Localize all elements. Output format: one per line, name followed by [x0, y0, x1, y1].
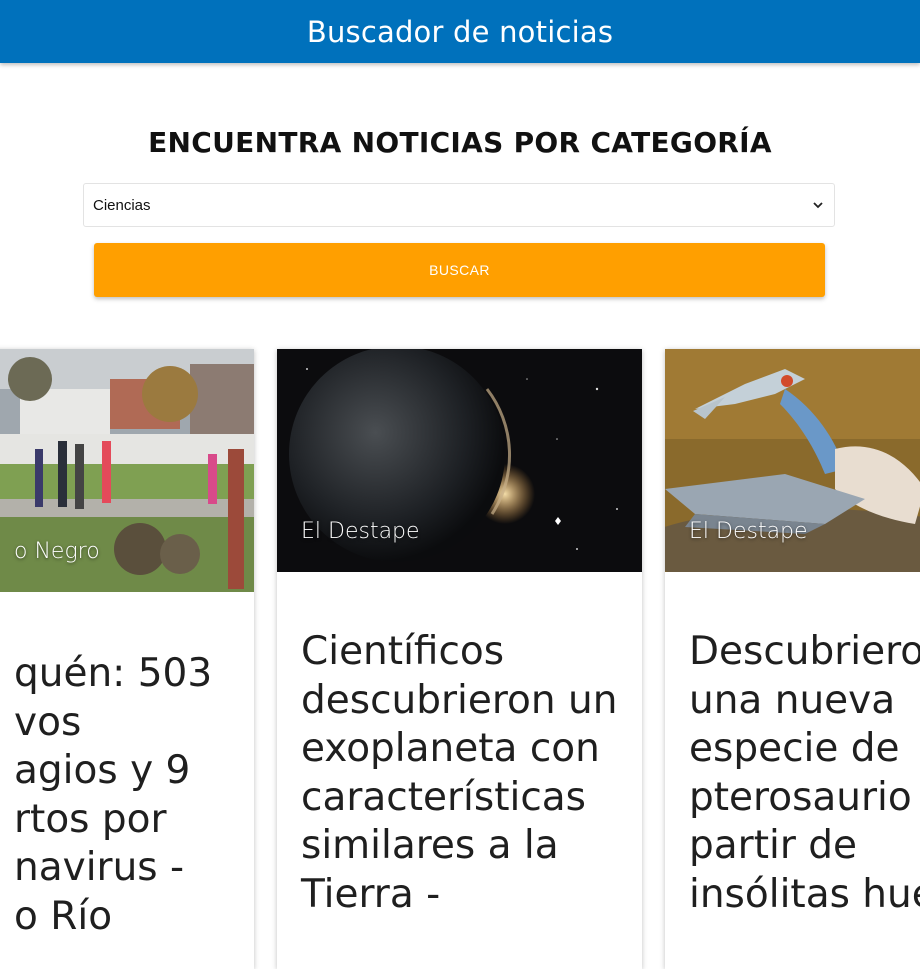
- news-title-line: pterosaurio: [689, 774, 912, 820]
- navbar: Buscador de noticias: [0, 0, 920, 63]
- news-card[interactable]: El Destape Científicos descubrieron un e…: [277, 349, 642, 969]
- news-title[interactable]: quén: 503 vos agios y 9 rtos por navirus…: [14, 650, 244, 941]
- news-title-line: vos: [14, 699, 82, 745]
- news-title[interactable]: Científicos descubrieron un exoplaneta c…: [301, 628, 632, 919]
- news-card[interactable]: El Destape Descubriero una nueva especie…: [665, 349, 920, 969]
- category-select-value: Ciencias: [93, 196, 151, 214]
- news-title-line: rtos por: [14, 796, 167, 842]
- news-source: El Destape: [689, 519, 808, 544]
- news-source: o Negro: [14, 539, 100, 564]
- category-select[interactable]: Ciencias: [83, 183, 835, 227]
- news-title-line: especie de: [689, 726, 900, 771]
- news-title-line: o Río: [14, 893, 113, 939]
- search-button[interactable]: BUSCAR: [94, 243, 825, 297]
- app-title: Buscador de noticias: [306, 14, 614, 49]
- news-title-line: agios y 9: [14, 748, 191, 793]
- news-card[interactable]: o Negro quén: 503 vos agios y 9 rtos por…: [0, 349, 254, 969]
- chevron-down-icon: [813, 202, 823, 209]
- news-title-line: similares a la: [301, 823, 559, 868]
- news-title-line: descubrieron un: [301, 677, 618, 723]
- news-title-line: navirus -: [14, 845, 185, 890]
- news-title-line: características: [301, 774, 586, 820]
- news-title-line: exoplaneta con: [301, 726, 600, 771]
- page-heading: ENCUENTRA NOTICIAS POR CATEGORÍA: [148, 126, 772, 159]
- news-title-line: quén: 503: [14, 651, 213, 696]
- news-source: El Destape: [301, 519, 420, 544]
- news-title-line: Tierra -: [301, 871, 441, 917]
- news-title-line: Científicos: [301, 629, 505, 674]
- news-title-line: partir de: [689, 823, 857, 868]
- news-title[interactable]: Descubriero una nueva especie de pterosa…: [689, 628, 920, 919]
- news-title-line: una nueva: [689, 677, 896, 723]
- news-title-line: insólitas hue: [689, 871, 920, 917]
- news-title-line: Descubriero: [689, 629, 920, 674]
